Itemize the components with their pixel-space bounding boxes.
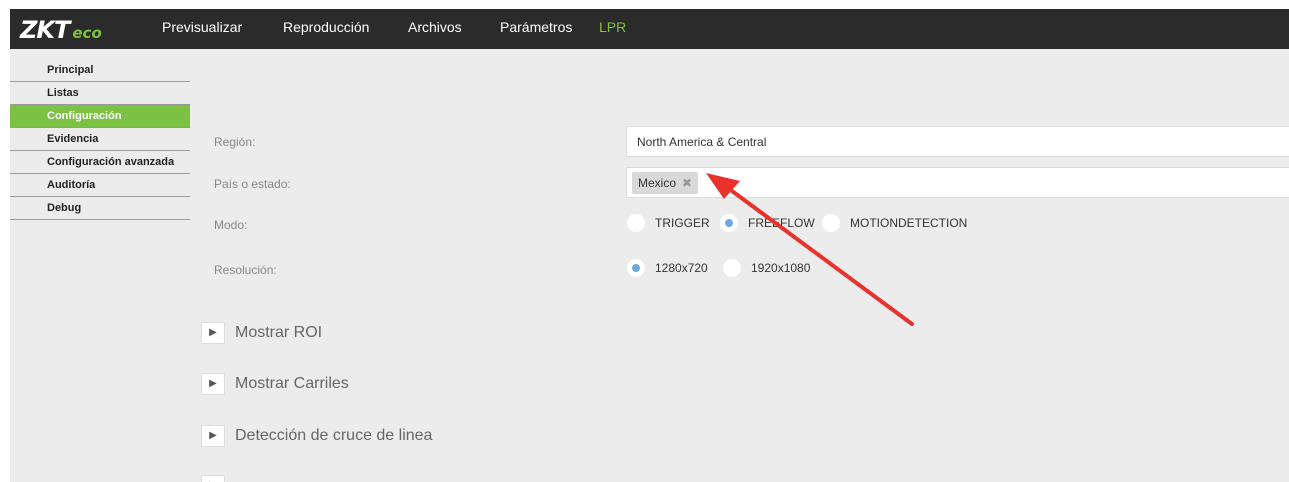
nav-parametros[interactable]: Parámetros	[500, 19, 572, 35]
expand-arrow-icon[interactable]: ▶	[201, 322, 225, 344]
radio-trigger[interactable]	[627, 214, 645, 232]
radio-motiondetection[interactable]	[822, 214, 840, 232]
resolution-label: Resolución:	[214, 263, 277, 277]
sidebar-menu: Principal Listas Configuración Evidencia…	[10, 59, 190, 220]
section-mostrar-carriles[interactable]: ▶ Mostrar Carriles	[201, 373, 349, 395]
section-partial[interactable]: ▶	[201, 475, 225, 482]
resolution-1280x720-label: 1280x720	[655, 261, 708, 275]
section-label: Mostrar ROI	[235, 324, 323, 341]
sidebar-item-debug[interactable]: Debug	[10, 197, 190, 220]
region-label: Región:	[214, 135, 256, 149]
remove-tag-icon[interactable]: ✖	[682, 176, 692, 190]
nav-archivos[interactable]: Archivos	[408, 19, 462, 35]
mode-option-trigger[interactable]: TRIGGER	[627, 214, 710, 232]
expand-arrow-icon[interactable]: ▶	[201, 475, 225, 482]
mode-option-freeflow[interactable]: FREEFLOW	[720, 214, 815, 232]
country-label: País o estado:	[214, 177, 291, 191]
mode-freeflow-label: FREEFLOW	[748, 216, 815, 230]
sidebar-item-configuracion-avanzada[interactable]: Configuración avanzada	[10, 151, 190, 174]
radio-1280x720[interactable]	[627, 259, 645, 277]
section-deteccion-cruce[interactable]: ▶ Detección de cruce de linea	[201, 425, 432, 447]
nav-reproduccion[interactable]: Reproducción	[283, 19, 369, 35]
expand-arrow-icon[interactable]: ▶	[201, 373, 225, 395]
expand-arrow-icon[interactable]: ▶	[201, 425, 225, 447]
resolution-1920x1080-label: 1920x1080	[751, 261, 811, 275]
sidebar-item-principal[interactable]: Principal	[10, 59, 190, 82]
sidebar-item-configuracion[interactable]: Configuración	[10, 105, 190, 128]
section-label: Mostrar Carriles	[235, 375, 349, 392]
resolution-option-1280x720[interactable]: 1280x720	[627, 259, 708, 277]
radio-1920x1080[interactable]	[723, 259, 741, 277]
region-select[interactable]: North America & Central	[626, 126, 1289, 157]
mode-label: Modo:	[214, 218, 248, 232]
mode-motiondetection-label: MOTIONDETECTION	[850, 216, 968, 230]
country-tag: Mexico ✖	[632, 172, 699, 194]
resolution-option-1920x1080[interactable]: 1920x1080	[723, 259, 810, 277]
sidebar-item-listas[interactable]: Listas	[10, 82, 190, 105]
mode-trigger-label: TRIGGER	[655, 216, 710, 230]
sidebar-item-evidencia[interactable]: Evidencia	[10, 128, 190, 151]
section-mostrar-roi[interactable]: ▶ Mostrar ROI	[201, 322, 322, 344]
logo-main-text: ZKT	[20, 16, 70, 44]
nav-previsualizar[interactable]: Previsualizar	[162, 19, 242, 35]
app-window: ZKT eco Previsualizar Reproducción Archi…	[10, 9, 1289, 482]
section-label: Detección de cruce de linea	[235, 427, 433, 444]
nav-lpr[interactable]: LPR	[599, 19, 626, 35]
country-tag-label: Mexico	[638, 176, 677, 190]
zkteco-logo: ZKT eco	[20, 16, 102, 44]
sidebar-item-auditoria[interactable]: Auditoría	[10, 174, 190, 197]
country-multiselect[interactable]: Mexico ✖	[626, 167, 1289, 198]
logo-accent-text: eco	[72, 24, 102, 42]
region-value: North America & Central	[637, 135, 767, 149]
mode-option-motiondetection[interactable]: MOTIONDETECTION	[822, 214, 967, 232]
top-navbar: ZKT eco Previsualizar Reproducción Archi…	[10, 9, 1289, 49]
radio-freeflow[interactable]	[720, 214, 738, 232]
